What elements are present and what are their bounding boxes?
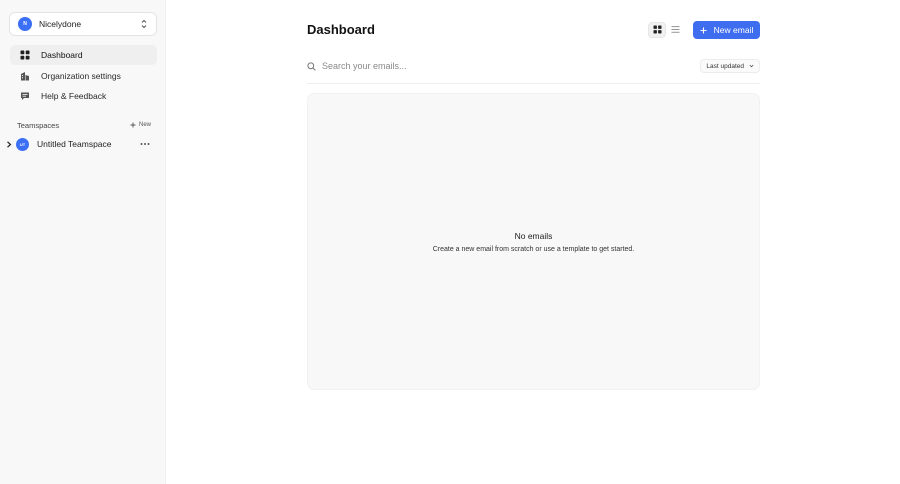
teamspaces-title: Teamspaces	[17, 120, 60, 130]
workspace-name: Nicelydone	[39, 19, 82, 29]
chevron-up-down-icon	[141, 19, 147, 29]
chevron-down-icon	[749, 64, 754, 68]
chevron-right-icon[interactable]	[6, 140, 12, 148]
search-icon	[307, 61, 316, 71]
empty-state-title: No emails	[514, 231, 553, 241]
teamspace-name: Untitled Teamspace	[37, 139, 112, 149]
sort-selected-label: Last updated	[706, 62, 744, 70]
page-title: Dashboard	[307, 22, 375, 37]
sidebar-item-label: Dashboard	[41, 50, 83, 60]
chat-bubble-icon	[21, 92, 29, 100]
plus-icon	[700, 27, 707, 33]
workspace-avatar: N	[18, 17, 32, 31]
plus-icon	[130, 122, 136, 128]
new-teamspace-label: New	[138, 122, 151, 128]
view-toggle	[648, 21, 686, 38]
workspace-switcher[interactable]: N Nicelydone	[9, 12, 157, 36]
divider	[307, 83, 760, 84]
sidebar-item-help-feedback[interactable]: Help & Feedback	[10, 86, 157, 106]
new-email-button[interactable]: New email	[693, 21, 760, 39]
sidebar-item-label: Help & Feedback	[41, 91, 107, 101]
new-teamspace-button[interactable]: New	[130, 122, 151, 128]
sidebar-nav: Dashboard Organization settings Help & F…	[10, 45, 157, 107]
sort-dropdown[interactable]: Last updated	[700, 59, 760, 73]
teamspace-item[interactable]: UT Untitled Teamspace	[6, 137, 152, 151]
search-input[interactable]	[322, 59, 701, 73]
grid-icon	[653, 25, 661, 34]
sidebar: N Nicelydone Dashboard Organization sett…	[0, 0, 166, 484]
teamspaces-header: Teamspaces New	[17, 120, 151, 130]
sidebar-item-organization-settings[interactable]: Organization settings	[10, 66, 157, 86]
search-bar: Last updated	[307, 58, 760, 74]
grid-icon	[20, 50, 30, 60]
empty-state-description: Create a new email from scratch or use a…	[432, 246, 635, 253]
more-horizontal-icon[interactable]	[140, 142, 150, 146]
sidebar-item-dashboard[interactable]: Dashboard	[10, 45, 157, 65]
list-view-button[interactable]	[666, 22, 684, 38]
list-icon	[671, 26, 679, 33]
buildings-icon	[21, 71, 29, 80]
teamspace-avatar: UT	[16, 137, 29, 151]
sidebar-item-label: Organization settings	[41, 70, 121, 81]
empty-state-panel: No emails Create a new email from scratc…	[307, 93, 760, 390]
grid-view-button[interactable]	[648, 21, 666, 38]
new-email-label: New email	[713, 25, 754, 35]
